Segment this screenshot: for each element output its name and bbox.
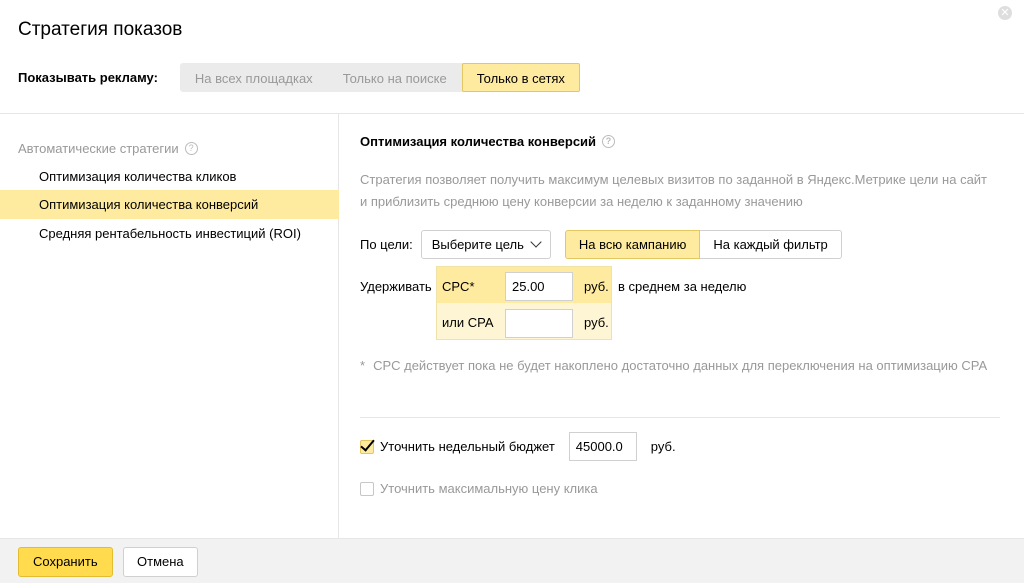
- weekly-budget-unit: руб.: [650, 439, 676, 454]
- strategy-dialog: Стратегия показов ✕ Показывать рекламу: …: [0, 0, 1024, 583]
- strategy-sidebar: Автоматические стратегии ? Оптимизация к…: [0, 114, 339, 538]
- show-ads-label: Показывать рекламу:: [18, 69, 158, 85]
- cpa-label: или CPA: [442, 315, 494, 330]
- cpc-input[interactable]: [505, 272, 573, 301]
- help-icon[interactable]: ?: [602, 135, 616, 148]
- dialog-footer: Сохранить Отмена: [0, 538, 1024, 583]
- max-click-price-checkbox[interactable]: [360, 481, 374, 496]
- weekly-budget-row: Уточнить недельный бюджет руб.: [360, 432, 676, 461]
- show-ads-search-only[interactable]: Только на поиске: [328, 63, 462, 92]
- scope-whole-campaign[interactable]: На всю кампанию: [564, 229, 701, 259]
- strategy-description: Стратегия позволяет получить максимум це…: [360, 172, 988, 209]
- save-button[interactable]: Сохранить: [18, 547, 113, 577]
- sidebar-group-label: Автоматические стратегии: [18, 141, 179, 156]
- goal-select[interactable]: Выберите цель: [420, 229, 551, 259]
- goal-scope-segmented: На всю кампанию На каждый фильтр: [564, 229, 842, 259]
- hold-box: CPC* руб. или CPA руб.: [436, 266, 612, 340]
- help-icon[interactable]: ?: [184, 142, 198, 155]
- settings-title: Оптимизация количества конверсий ?: [360, 134, 616, 149]
- scope-each-filter[interactable]: На каждый фильтр: [700, 229, 842, 259]
- cpc-unit: руб.: [584, 279, 609, 294]
- weekly-budget-checkbox[interactable]: [360, 439, 374, 454]
- footnote-text: CPC действует пока не будет накоплено до…: [373, 358, 988, 373]
- show-ads-networks-only[interactable]: Только в сетях: [461, 62, 580, 92]
- show-ads-row: Показывать рекламу: На всех площадках То…: [18, 62, 580, 92]
- dialog-title: Стратегия показов: [18, 19, 183, 40]
- cpc-weekly-suffix: в среднем за неделю: [618, 279, 747, 294]
- goal-row: По цели: Выберите цель На всю кампанию Н…: [360, 229, 842, 259]
- max-click-price-row: Уточнить максимальную цену клика: [360, 481, 598, 496]
- settings-title-text: Оптимизация количества конверсий: [360, 134, 597, 149]
- footnote-star: *: [360, 358, 366, 373]
- show-ads-segmented: На всех площадках Только на поиске Тольк…: [179, 62, 580, 92]
- max-click-price-label[interactable]: Уточнить максимальную цену клика: [380, 481, 598, 496]
- sidebar-group-title: Автоматические стратегии ?: [18, 141, 198, 156]
- hold-label: Удерживать: [360, 279, 432, 294]
- cancel-button[interactable]: Отмена: [123, 547, 198, 577]
- sidebar-item-conversions[interactable]: Оптимизация количества конверсий: [0, 190, 339, 219]
- cpc-label: CPC*: [442, 279, 475, 294]
- sidebar-item-clicks[interactable]: Оптимизация количества кликов: [0, 162, 339, 191]
- goal-label: По цели:: [360, 236, 413, 252]
- weekly-budget-input[interactable]: [568, 432, 637, 461]
- sidebar-item-roi[interactable]: Средняя рентабельность инвестиций (ROI): [0, 219, 339, 248]
- cpa-input[interactable]: [505, 309, 573, 338]
- strategy-settings: Оптимизация количества конверсий ? Страт…: [340, 114, 1024, 538]
- goal-select-value: Выберите цель: [431, 236, 524, 252]
- show-ads-all-platforms[interactable]: На всех площадках: [180, 63, 328, 92]
- cpc-footnote: * CPC действует пока не будет накоплено д…: [360, 352, 1000, 380]
- chevron-down-icon: [530, 236, 542, 248]
- divider: [360, 417, 1000, 418]
- close-icon[interactable]: ✕: [998, 6, 1012, 20]
- weekly-budget-label[interactable]: Уточнить недельный бюджет: [380, 439, 555, 454]
- cpa-unit: руб.: [584, 315, 609, 330]
